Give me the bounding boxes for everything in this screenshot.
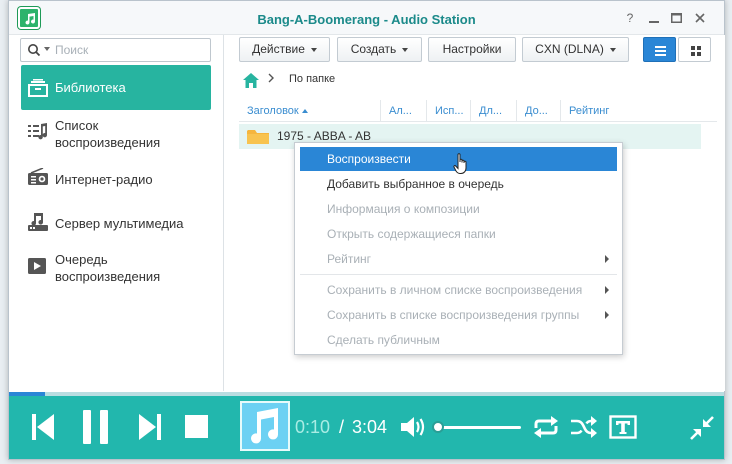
sidebar-item-label: Очередь воспроизведения xyxy=(55,252,161,284)
menu-item-open-containing-folder: Открыть содержащиеся папки xyxy=(327,227,496,241)
chevron-down-icon xyxy=(609,47,616,52)
sidebar-item-label: Список воспроизведения xyxy=(55,118,161,150)
help-icon[interactable]: ? xyxy=(623,11,637,25)
breadcrumb[interactable]: По папке xyxy=(289,73,335,85)
column-rating[interactable]: Рейтинг xyxy=(561,100,711,122)
menu-item-save-shared-label: Сохранить в списке воспроизведения групп… xyxy=(327,308,580,322)
row-title: 1975 - ABBA - AB xyxy=(277,129,372,143)
playback-progress-fill xyxy=(9,392,45,396)
music-note-icon xyxy=(251,408,279,444)
volume-slider-handle[interactable] xyxy=(432,421,444,433)
menu-item-save-personal-playlist: Сохранить в личном списке воспроизведени… xyxy=(300,278,617,302)
action-button-label: Действие xyxy=(252,42,305,56)
column-album[interactable]: Ал... xyxy=(381,100,427,122)
folder-icon xyxy=(247,129,269,148)
column-artist[interactable]: Исп... xyxy=(427,100,471,122)
menu-item-make-public: Сделать публичным xyxy=(327,333,440,347)
device-selector-label: CXN (DLNA) xyxy=(535,42,604,56)
sidebar-item-label: Интернет-радио xyxy=(55,172,153,187)
device-selector-button[interactable]: CXN (DLNA) xyxy=(522,37,629,62)
stop-icon[interactable] xyxy=(185,415,208,441)
create-button-label: Создать xyxy=(350,42,397,56)
play-queue-icon xyxy=(28,257,48,275)
home-icon[interactable] xyxy=(243,73,259,91)
menu-item-rating-label: Рейтинг xyxy=(327,252,372,266)
settings-button[interactable]: Настройки xyxy=(428,37,516,62)
close-icon[interactable] xyxy=(693,11,707,25)
grid-view-icon xyxy=(691,46,701,56)
breadcrumb-separator-icon xyxy=(268,73,274,86)
playback-progress-bar[interactable] xyxy=(9,392,724,396)
menu-item-rating: Рейтинг xyxy=(300,247,617,271)
total-time: 3:04 xyxy=(352,417,388,437)
library-icon xyxy=(28,79,48,97)
list-view-button[interactable] xyxy=(643,37,676,62)
shuffle-icon[interactable] xyxy=(570,415,598,442)
radio-icon xyxy=(28,167,48,186)
menu-divider xyxy=(300,274,617,275)
collapse-player-icon[interactable] xyxy=(689,415,715,444)
column-duration[interactable]: Дл... xyxy=(471,100,517,122)
search-box[interactable] xyxy=(20,38,211,62)
submenu-arrow-icon xyxy=(605,311,609,319)
maximize-icon[interactable] xyxy=(669,11,683,25)
album-cover[interactable] xyxy=(240,401,290,451)
volume-icon[interactable] xyxy=(401,415,427,442)
sidebar-item-label: Библиотека xyxy=(55,80,126,95)
settings-button-label: Настройки xyxy=(442,42,502,56)
previous-track-icon[interactable] xyxy=(32,414,54,443)
next-track-icon[interactable] xyxy=(139,414,161,443)
list-view-icon xyxy=(655,46,666,56)
audio-station-window: Bang-A-Boomerang - Audio Station ? Библи… xyxy=(8,0,725,460)
playlist-icon xyxy=(28,123,48,141)
sidebar-item-play-queue[interactable]: Очередь воспроизведения xyxy=(21,247,211,292)
chevron-down-icon xyxy=(310,47,317,52)
hand-cursor-icon xyxy=(453,153,469,178)
search-icon xyxy=(27,43,41,60)
menu-item-save-personal-label: Сохранить в личном списке воспроизведени… xyxy=(327,283,583,297)
title-bar: Bang-A-Boomerang - Audio Station ? xyxy=(9,1,724,35)
search-input[interactable] xyxy=(55,42,205,58)
sort-ascending-icon xyxy=(301,109,308,114)
column-title[interactable]: Заголовок xyxy=(239,100,381,122)
column-title-label: Заголовок xyxy=(247,105,299,117)
time-separator: / xyxy=(339,417,345,437)
grid-header: Заголовок Ал... Исп... Дл... До... Рейти… xyxy=(239,100,717,122)
media-server-icon xyxy=(28,213,48,231)
sidebar: Библиотека Список воспроизведения Интерн… xyxy=(9,35,224,391)
grid-view-button[interactable] xyxy=(678,37,711,62)
sidebar-item-label: Сервер мультимедиа xyxy=(55,216,184,231)
menu-item-song-info: Информация о композиции xyxy=(327,202,480,216)
create-button[interactable]: Создать xyxy=(337,37,422,62)
sidebar-item-library[interactable]: Библиотека xyxy=(21,65,211,110)
repeat-icon[interactable] xyxy=(532,415,560,442)
sidebar-item-internet-radio[interactable]: Интернет-радио xyxy=(21,159,211,204)
action-button[interactable]: Действие xyxy=(239,37,330,62)
search-options-chevron-icon[interactable] xyxy=(44,47,50,51)
pause-icon[interactable] xyxy=(83,410,109,447)
current-time: 0:10 xyxy=(295,417,331,437)
sidebar-item-media-server[interactable]: Сервер мультимедиа xyxy=(21,203,211,248)
chevron-down-icon xyxy=(402,47,409,52)
submenu-arrow-icon xyxy=(605,286,609,294)
minimize-icon[interactable] xyxy=(647,11,661,25)
column-added[interactable]: До... xyxy=(517,100,561,122)
submenu-arrow-icon xyxy=(605,255,609,263)
lyrics-icon[interactable] xyxy=(609,415,637,442)
window-title: Bang-A-Boomerang - Audio Station xyxy=(257,12,476,27)
menu-item-save-shared-playlist: Сохранить в списке воспроизведения групп… xyxy=(300,303,617,327)
sidebar-item-playlist[interactable]: Список воспроизведения xyxy=(21,113,211,158)
volume-slider[interactable] xyxy=(437,426,521,429)
